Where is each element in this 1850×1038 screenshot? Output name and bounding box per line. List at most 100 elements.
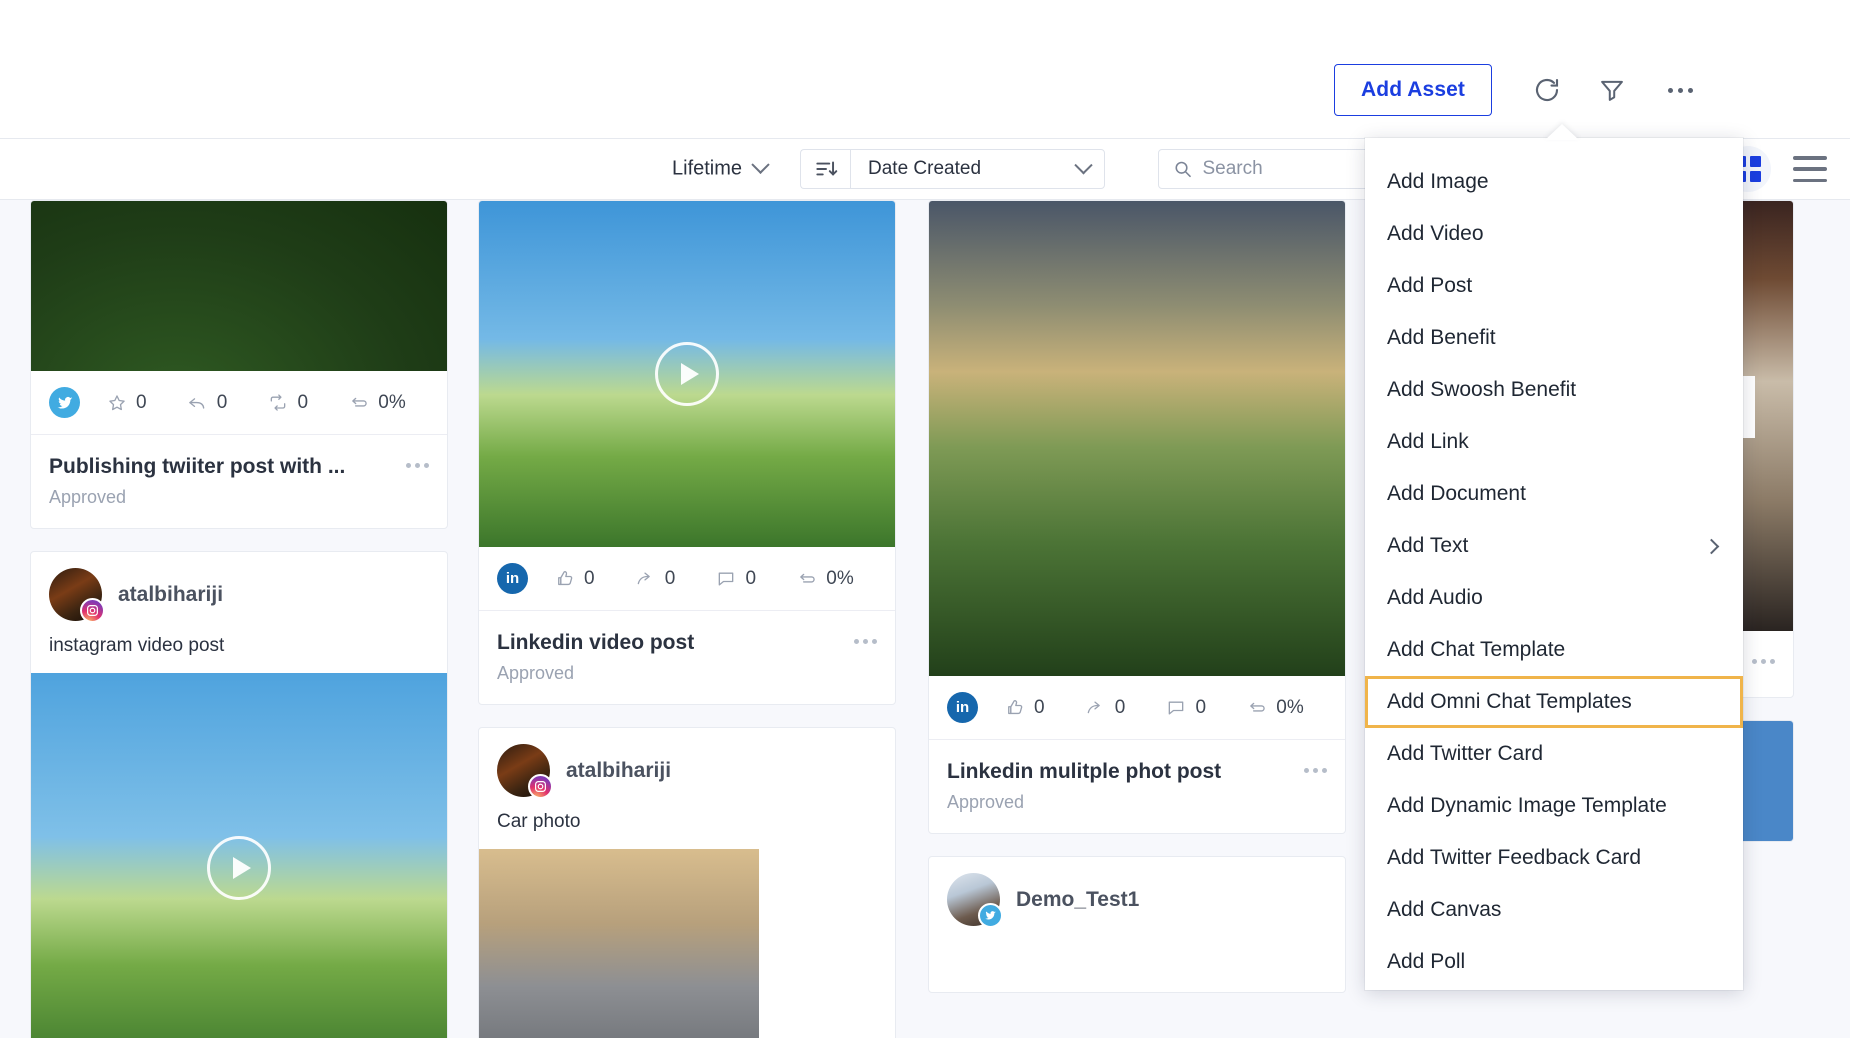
card-media <box>929 201 1345 676</box>
search-icon <box>1175 161 1191 178</box>
instagram-icon <box>80 598 105 624</box>
card-title: Linkedin mulitple phot post <box>947 760 1222 783</box>
avatar <box>49 568 105 624</box>
stat-value: 0% <box>826 567 854 589</box>
menu-item-add-swoosh-benefit[interactable]: Add Swoosh Benefit <box>1365 364 1743 416</box>
repost-icon <box>796 568 817 589</box>
card-instagram-video[interactable]: atalbihariji instagram video post 3 <box>30 551 448 1038</box>
twitter-icon <box>978 903 1003 929</box>
menu-item-label: Add Post <box>1387 274 1473 297</box>
menu-item-add-canvas[interactable]: Add Canvas <box>1365 884 1743 936</box>
menu-item-label: Add Canvas <box>1387 898 1502 921</box>
menu-item-add-video[interactable]: Add Video <box>1365 208 1743 260</box>
linkedin-icon: in <box>497 563 528 594</box>
menu-item-label: Add Benefit <box>1387 326 1496 349</box>
menu-item-add-text[interactable]: Add Text <box>1365 520 1743 572</box>
status-badge: Approved <box>947 792 1025 813</box>
refresh-icon[interactable] <box>1527 70 1567 110</box>
board-column-1: 0 0 0 0% Publishing twiiter post with ..… <box>30 200 448 1038</box>
add-asset-button[interactable]: Add Asset <box>1334 64 1492 116</box>
stat-value: 0% <box>378 391 406 413</box>
status-badge: Approved <box>497 663 575 684</box>
card-more-icon[interactable] <box>1304 758 1327 773</box>
linkedin-icon: in <box>947 692 978 723</box>
card-footer: Linkedin video post Approved <box>479 611 895 704</box>
card-media <box>479 201 895 547</box>
menu-item-add-twitter-feedback-card[interactable]: Add Twitter Feedback Card <box>1365 832 1743 884</box>
filter-icon[interactable] <box>1592 70 1632 110</box>
top-toolbar: Add Asset <box>0 0 1850 138</box>
play-button-icon[interactable] <box>207 836 271 901</box>
status-badge: Approved <box>49 487 127 508</box>
menu-item-add-chat-template[interactable]: Add Chat Template <box>1365 624 1743 676</box>
card-twitter-post[interactable]: 0 0 0 0% Publishing twiiter post with ..… <box>30 200 448 530</box>
board-column-3: in 0 0 0 0% Linkedin mulitple phot post … <box>928 200 1346 1015</box>
card-caption: Car photo <box>497 811 581 833</box>
card-demo-test[interactable]: Demo_Test1 <box>928 856 1346 994</box>
card-media <box>31 201 447 371</box>
sort-field-value: Date Created <box>868 158 982 179</box>
menu-item-label: Add Document <box>1387 482 1526 505</box>
card-linkedin-video[interactable]: in 0 0 0 0% Linkedin video post Approved <box>478 200 896 706</box>
card-media <box>479 849 759 1038</box>
menu-item-add-poll[interactable]: Add Poll <box>1365 936 1743 988</box>
stat-value: 0 <box>664 567 676 589</box>
menu-item-add-link[interactable]: Add Link <box>1365 416 1743 468</box>
sort-direction-button[interactable] <box>800 149 850 189</box>
stat-item: 0 <box>716 568 797 590</box>
menu-item-label: Add Omni Chat Templates <box>1387 690 1632 713</box>
menu-item-label: Add Dynamic Image Template <box>1387 794 1667 817</box>
stat-value: 0 <box>584 567 595 589</box>
stat-item: 0 <box>268 392 349 414</box>
card-more-icon[interactable] <box>406 453 429 468</box>
add-asset-menu: Add Image Add Video Add Post Add Benefit Add… <box>1365 138 1743 990</box>
share-icon <box>635 568 656 589</box>
stat-value: 0 <box>1195 696 1207 718</box>
card-caption: instagram video post <box>49 635 225 657</box>
card-car-photo[interactable]: atalbihariji Car photo <box>478 727 896 1038</box>
card-handle: atalbihariji <box>566 758 672 782</box>
menu-item-add-dynamic-image-template[interactable]: Add Dynamic Image Template <box>1365 780 1743 832</box>
menu-item-label: Add Text <box>1387 534 1469 557</box>
menu-item-add-image[interactable]: Add Image <box>1365 156 1743 208</box>
sort-field-select[interactable]: Date Created <box>850 149 1105 189</box>
period-label: Lifetime <box>672 157 743 180</box>
star-icon <box>106 392 127 413</box>
menu-item-add-post[interactable]: Add Post <box>1365 260 1743 312</box>
play-button-icon[interactable] <box>655 342 719 406</box>
card-more-icon[interactable] <box>854 629 877 644</box>
app-root: Add Asset Lifetime Date Created Search 0… <box>0 0 1850 1038</box>
stat-value: 0 <box>216 391 228 413</box>
stat-item: 0 <box>1004 697 1085 719</box>
comment-icon <box>1166 697 1187 718</box>
chevron-down-icon <box>1074 155 1093 174</box>
stat-item: 0% <box>348 392 429 414</box>
menu-item-add-audio[interactable]: Add Audio <box>1365 572 1743 624</box>
card-handle: atalbihariji <box>118 582 224 606</box>
card-linkedin-multi[interactable]: in 0 0 0 0% Linkedin mulitple phot post … <box>928 200 1346 835</box>
instagram-icon <box>528 774 553 800</box>
menu-item-label: Add Twitter Card <box>1387 742 1544 765</box>
menu-item-add-document[interactable]: Add Document <box>1365 468 1743 520</box>
menu-item-add-omni-chat-templates[interactable]: Add Omni Chat Templates <box>1365 676 1743 728</box>
stat-value: 0% <box>1276 696 1304 718</box>
menu-item-label: Add Swoosh Benefit <box>1387 378 1577 401</box>
avatar <box>497 744 553 800</box>
card-title: Publishing twiiter post with ... <box>49 455 346 478</box>
card-header: atalbihariji <box>479 728 895 803</box>
share-icon <box>348 392 369 413</box>
avatar <box>947 873 1003 929</box>
card-handle: Demo_Test1 <box>1016 887 1140 911</box>
menu-item-add-benefit[interactable]: Add Benefit <box>1365 312 1743 364</box>
list-view-icon[interactable] <box>1793 156 1827 182</box>
menu-item-label: Add Image <box>1387 170 1489 193</box>
stat-item: 0 <box>554 568 635 590</box>
period-selector[interactable]: Lifetime <box>672 155 770 181</box>
card-header: atalbihariji <box>31 552 447 627</box>
menu-item-label: Add Video <box>1387 222 1484 245</box>
card-more-icon[interactable] <box>1752 649 1775 664</box>
more-options-icon[interactable] <box>1660 70 1700 110</box>
stat-value: 0 <box>745 567 757 589</box>
menu-item-add-twitter-card[interactable]: Add Twitter Card <box>1365 728 1743 780</box>
stat-item: 0 <box>1166 697 1247 719</box>
